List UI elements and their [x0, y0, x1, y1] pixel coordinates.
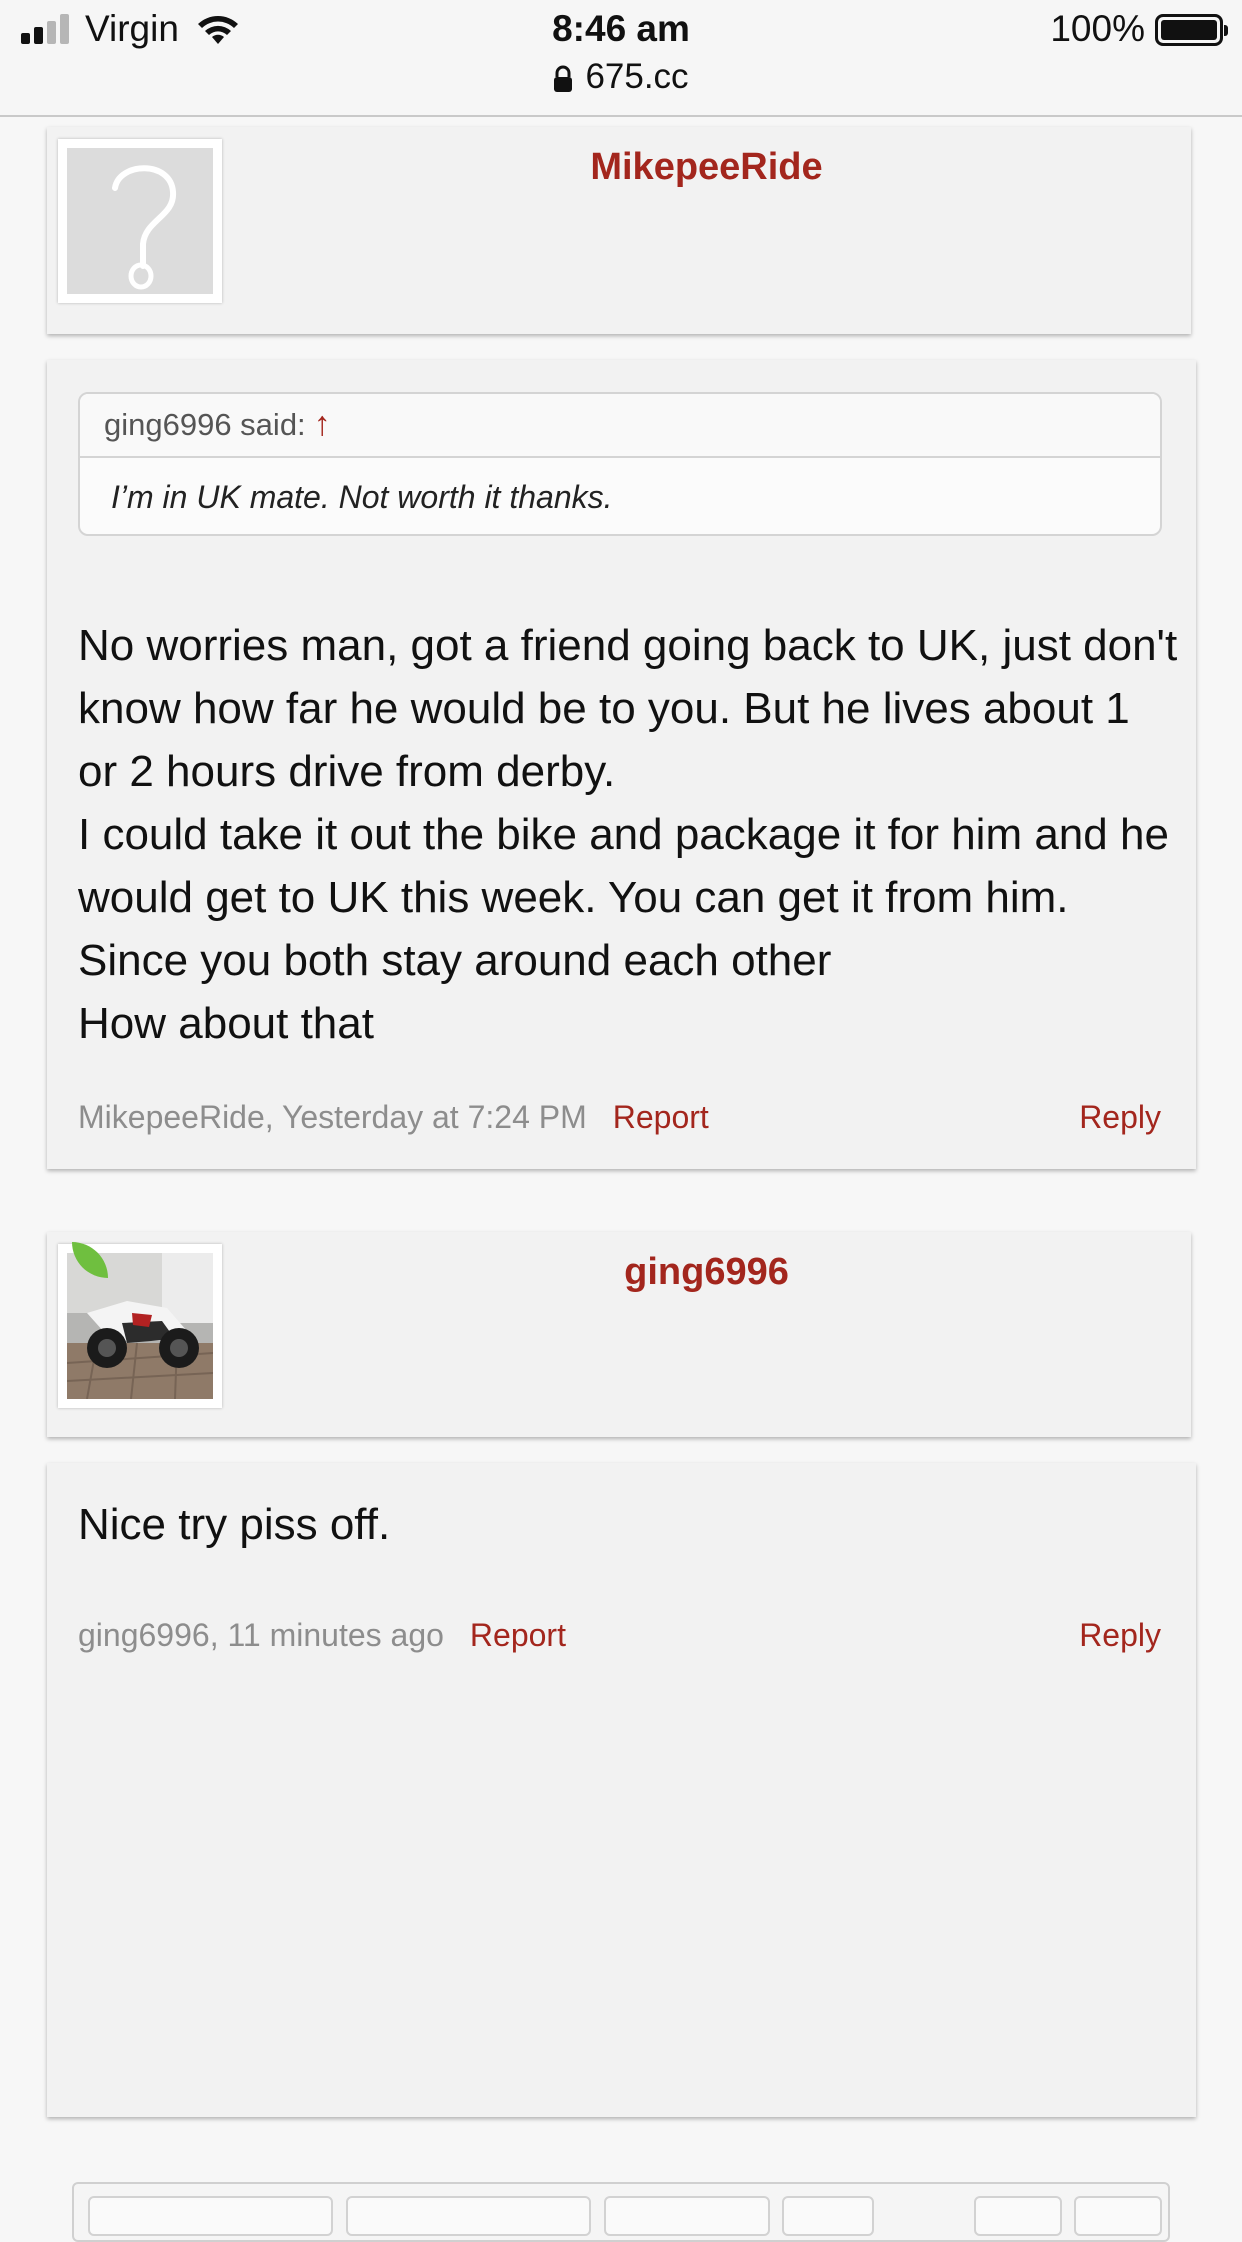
status-bar: Virgin 8:46 am 675.cc 100%	[0, 0, 1242, 117]
quote-header: ging6996 said: ↑	[80, 394, 1160, 458]
report-link[interactable]: Report	[613, 1099, 709, 1135]
lock-icon	[554, 65, 573, 92]
quote-text: I’m in UK mate. Not worth it thanks.	[111, 479, 613, 515]
go-to-quote-arrow-icon[interactable]: ↑	[314, 405, 331, 443]
message-line: Nice try piss off.	[78, 1500, 391, 1549]
avatar[interactable]	[58, 139, 222, 303]
message-line: I could take it out the bike and package…	[78, 810, 1169, 922]
post-meta: MikepeeRide, Yesterday at 7:24 PM Report …	[78, 1097, 1161, 1137]
quote-author: ging6996 said:	[104, 407, 306, 442]
message-card: Nice try piss off. ging6996, 11 minutes …	[47, 1463, 1196, 2117]
question-mark-icon	[67, 148, 213, 294]
motorcycle-photo-icon	[67, 1253, 213, 1399]
pager-button[interactable]	[346, 2196, 591, 2236]
message-line: Since you both stay around each other	[78, 936, 832, 985]
post-author-date[interactable]: MikepeeRide, Yesterday at 7:24 PM	[78, 1099, 587, 1135]
report-link[interactable]: Report	[470, 1617, 566, 1653]
reply-link[interactable]: Reply	[1079, 1097, 1161, 1137]
post-meta: ging6996, 11 minutes ago Report Reply	[78, 1615, 1161, 1655]
battery-percentage: 100%	[1050, 8, 1145, 49]
message-line: No worries man, got a friend going back …	[78, 621, 1178, 796]
pager-button[interactable]	[1074, 2196, 1162, 2236]
reply-link[interactable]: Reply	[1079, 1615, 1161, 1655]
pager-button[interactable]	[604, 2196, 770, 2236]
message-line: How about that	[78, 999, 374, 1048]
user-card-mikepeeride: MikepeeRide	[47, 127, 1191, 334]
pager-button[interactable]	[88, 2196, 333, 2236]
address-bar[interactable]: 675.cc	[0, 57, 1242, 97]
username[interactable]: ging6996	[222, 1251, 1191, 1294]
message-card: ging6996 said: ↑ I’m in UK mate. Not wort…	[47, 360, 1196, 1169]
pager-button[interactable]	[974, 2196, 1062, 2236]
pager-button[interactable]	[782, 2196, 874, 2236]
quote-block: ging6996 said: ↑ I’m in UK mate. Not wort…	[78, 392, 1162, 536]
url-text: 675.cc	[585, 57, 689, 96]
username[interactable]: MikepeeRide	[222, 146, 1191, 189]
message-body: No worries man, got a friend going back …	[78, 614, 1178, 1055]
avatar[interactable]	[58, 1242, 222, 1408]
user-card-ging6996: ging6996	[47, 1232, 1191, 1437]
page-navigation	[72, 2182, 1170, 2242]
battery-icon	[1155, 14, 1228, 46]
post-author-date[interactable]: ging6996, 11 minutes ago	[78, 1617, 444, 1653]
message-body: Nice try piss off.	[78, 1493, 1178, 1556]
